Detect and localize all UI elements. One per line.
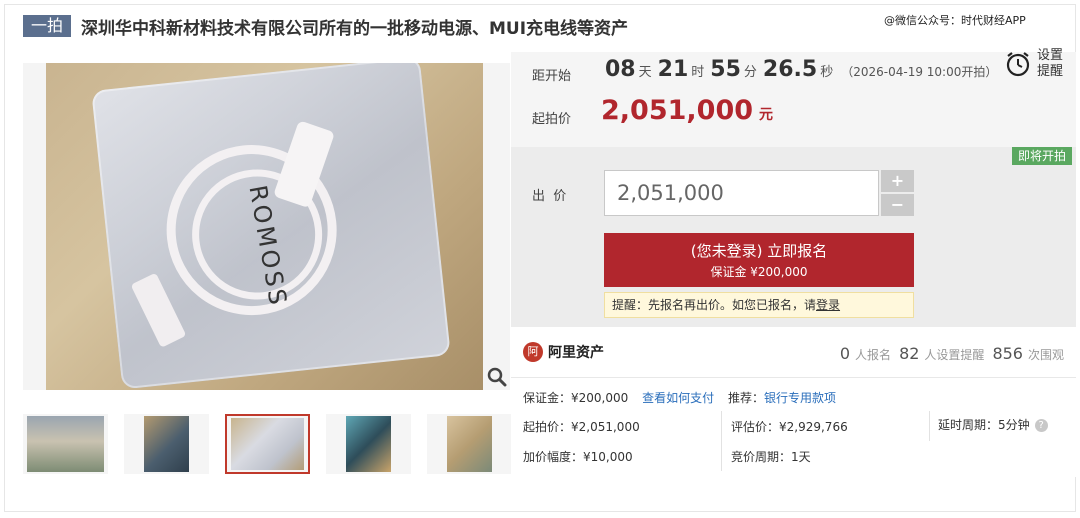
help-icon[interactable]: ? [1034,419,1048,432]
thumb-cable-boxes[interactable] [326,414,411,474]
register-button-label: (您未登录) 立即报名 [690,242,828,260]
register-button[interactable]: (您未登录) 立即报名 保证金 ¥200,000 [604,233,914,287]
countdown-minutes-unit: 分 [743,65,757,80]
thumb-warehouse[interactable] [23,414,108,474]
thumbnail-strip [23,414,528,474]
increase-bid-button[interactable]: + [881,170,914,192]
recommend-label: 推荐： [727,391,764,405]
price-area: 距开始 08 天 21 时 55 分 26.5 秒 （2026-04-19 10… [511,48,1076,147]
ali-logo-mark: 阿 [523,342,543,362]
bank-funds-link[interactable]: 银行专用款项 [764,391,836,405]
info-area: 阿 阿里资产 0 人报名 82 人设置提醒 856 次围观 保证金：¥200,0… [511,327,1076,477]
countdown-minutes: 55 [710,57,741,82]
view-count-label: 次围观 [1027,348,1064,362]
alarm-clock-icon [1006,52,1030,77]
info-start-price: 起拍价：¥2,051,000 [523,420,640,434]
thumb-carton[interactable] [427,414,512,474]
usb-plug [130,272,187,348]
decrease-bid-button[interactable]: − [881,194,914,216]
set-reminder-button[interactable]: 设置 提醒 [1005,48,1063,80]
thumb-cable-bag[interactable] [225,414,310,474]
countdown-hours: 21 [657,57,689,82]
how-to-pay-link[interactable]: 查看如何支付 [642,391,714,405]
countdown: 08 天 21 时 55 分 26.5 秒 （2026-04-19 10:00开… [605,57,997,82]
ali-logo-text: 阿里资产 [548,345,604,361]
countdown-days: 08 [605,57,636,82]
bid-amount-input[interactable]: 2,051,000 [604,170,879,216]
login-link[interactable]: 登录 [816,298,840,312]
info-separator-1 [721,411,722,471]
countdown-days-unit: 天 [638,65,652,80]
countdown-label: 距开始 [532,69,572,84]
info-divider [511,377,1076,378]
deposit-line: 保证金：¥200,000 查看如何支付 推荐：银行专用款项 [523,389,836,406]
countdown-hours-unit: 时 [691,65,705,80]
register-deposit-label: 保证金 ¥200,000 [710,265,808,279]
watermark: @微信公众号：时代财经APP [884,14,1026,27]
start-price: 2,051,000 元 [601,95,773,126]
reminder-line1: 设置 [1037,48,1064,63]
view-count: 856 [992,344,1023,363]
signup-count-label: 人报名 [855,348,892,362]
start-price-label: 起拍价 [532,112,572,127]
bid-label: 出 价 [532,189,567,204]
auction-type-tag: 一拍 [23,15,72,37]
auction-stats: 0 人报名 82 人设置提醒 856 次围观 [840,344,1064,363]
product-photo: ROMOSS [46,63,483,390]
info-delay: 延时周期：5分钟? [938,416,1048,433]
title-bar: 一拍 深圳华中科新材料技术有限公司所有的一批移动电源、MUI充电线等资产 [23,14,629,39]
reminder-count: 82 [899,344,920,363]
start-price-value: 2,051,000 [601,95,754,126]
info-increment: 加价幅度：¥10,000 [523,450,633,464]
info-separator-2 [929,411,930,441]
magnifier-icon[interactable] [486,366,508,388]
deposit-text: 保证金：¥200,000 [523,391,629,405]
start-time: （2026-04-19 10:00开拍） [841,65,998,79]
countdown-seconds-unit: 秒 [820,65,834,80]
countdown-seconds: 26.5 [762,57,818,82]
thumb-box-powerbank[interactable] [124,414,209,474]
bid-area: 即将开拍 出 价 2,051,000 + − (您未登录) 立即报名 保证金 ¥… [511,147,1076,327]
signup-count: 0 [839,344,851,363]
reminder-line2: 提醒 [1037,64,1064,79]
page-title: 深圳华中科新材料技术有限公司所有的一批移动电源、MUI充电线等资产 [81,18,629,39]
info-appraisal: 评估价：¥2,929,766 [731,420,848,434]
login-notice: 提醒：先报名再出价。如您已报名，请登录 [604,292,914,318]
ali-assets-logo[interactable]: 阿 阿里资产 [523,342,604,362]
delay-text: 延时周期：5分钟 [938,418,1030,432]
status-badge: 即将开拍 [1011,147,1072,165]
start-price-unit: 元 [759,107,774,123]
main-product-image[interactable]: ROMOSS [23,63,510,390]
reminder-count-label: 人设置提醒 [924,348,985,362]
info-bid-period: 竞价周期：1天 [731,450,811,464]
notice-text: 提醒：先报名再出价。如您已报名，请 [612,298,817,312]
